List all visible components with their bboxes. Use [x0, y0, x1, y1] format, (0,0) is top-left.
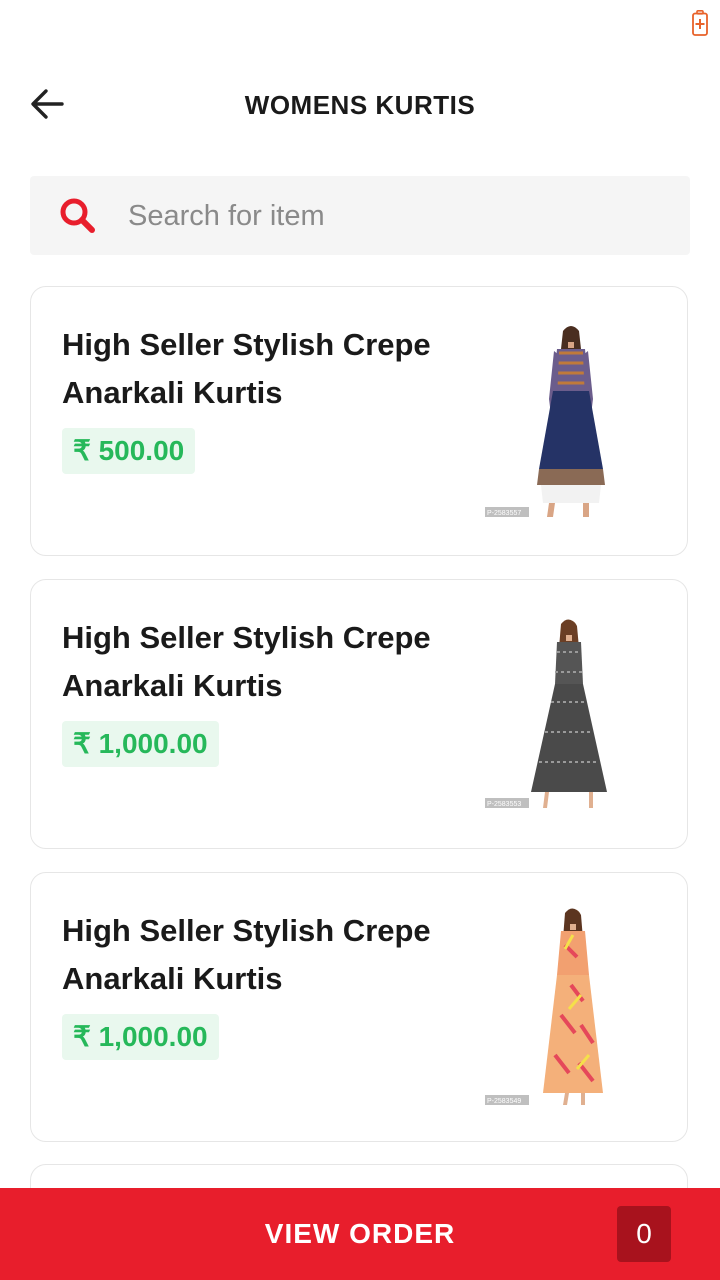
product-price: ₹ 1,000.00	[62, 1014, 219, 1060]
view-order-button[interactable]: VIEW ORDER 0	[0, 1188, 720, 1280]
product-title: High Seller Stylish Crepe Anarkali Kurti…	[62, 620, 431, 703]
image-watermark: P-2583553	[487, 801, 521, 808]
product-price: ₹ 500.00	[62, 428, 196, 474]
page-title: WOMENS KURTIS	[244, 90, 476, 120]
product-card[interactable]: High Seller Stylish Crepe Anarkali Kurti…	[30, 872, 688, 1142]
status-bar	[0, 0, 720, 48]
product-card[interactable]: High Seller Stylish Crepe Anarkali Kurti…	[30, 579, 688, 849]
view-order-label: VIEW ORDER	[264, 1218, 456, 1249]
product-card[interactable]: High Seller Stylish Crepe Anarkali Kurti…	[30, 286, 688, 556]
search-bar[interactable]	[30, 176, 690, 257]
product-image: P-2583553	[485, 619, 607, 808]
search-input[interactable]	[126, 176, 670, 257]
image-watermark: P-2583549	[487, 1098, 521, 1105]
battery-charging-icon	[692, 10, 708, 36]
image-watermark: P-2583557	[487, 510, 521, 517]
product-title: High Seller Stylish Crepe Anarkali Kurti…	[62, 913, 431, 996]
order-count-badge: 0	[617, 1206, 671, 1262]
product-image: P-2583557	[485, 326, 605, 517]
product-price: ₹ 1,000.00	[62, 721, 219, 767]
search-icon	[60, 198, 95, 233]
product-title: High Seller Stylish Crepe Anarkali Kurti…	[62, 327, 431, 410]
product-image: P-2583549	[485, 908, 603, 1105]
top-app-bar: WOMENS KURTIS	[0, 70, 720, 140]
